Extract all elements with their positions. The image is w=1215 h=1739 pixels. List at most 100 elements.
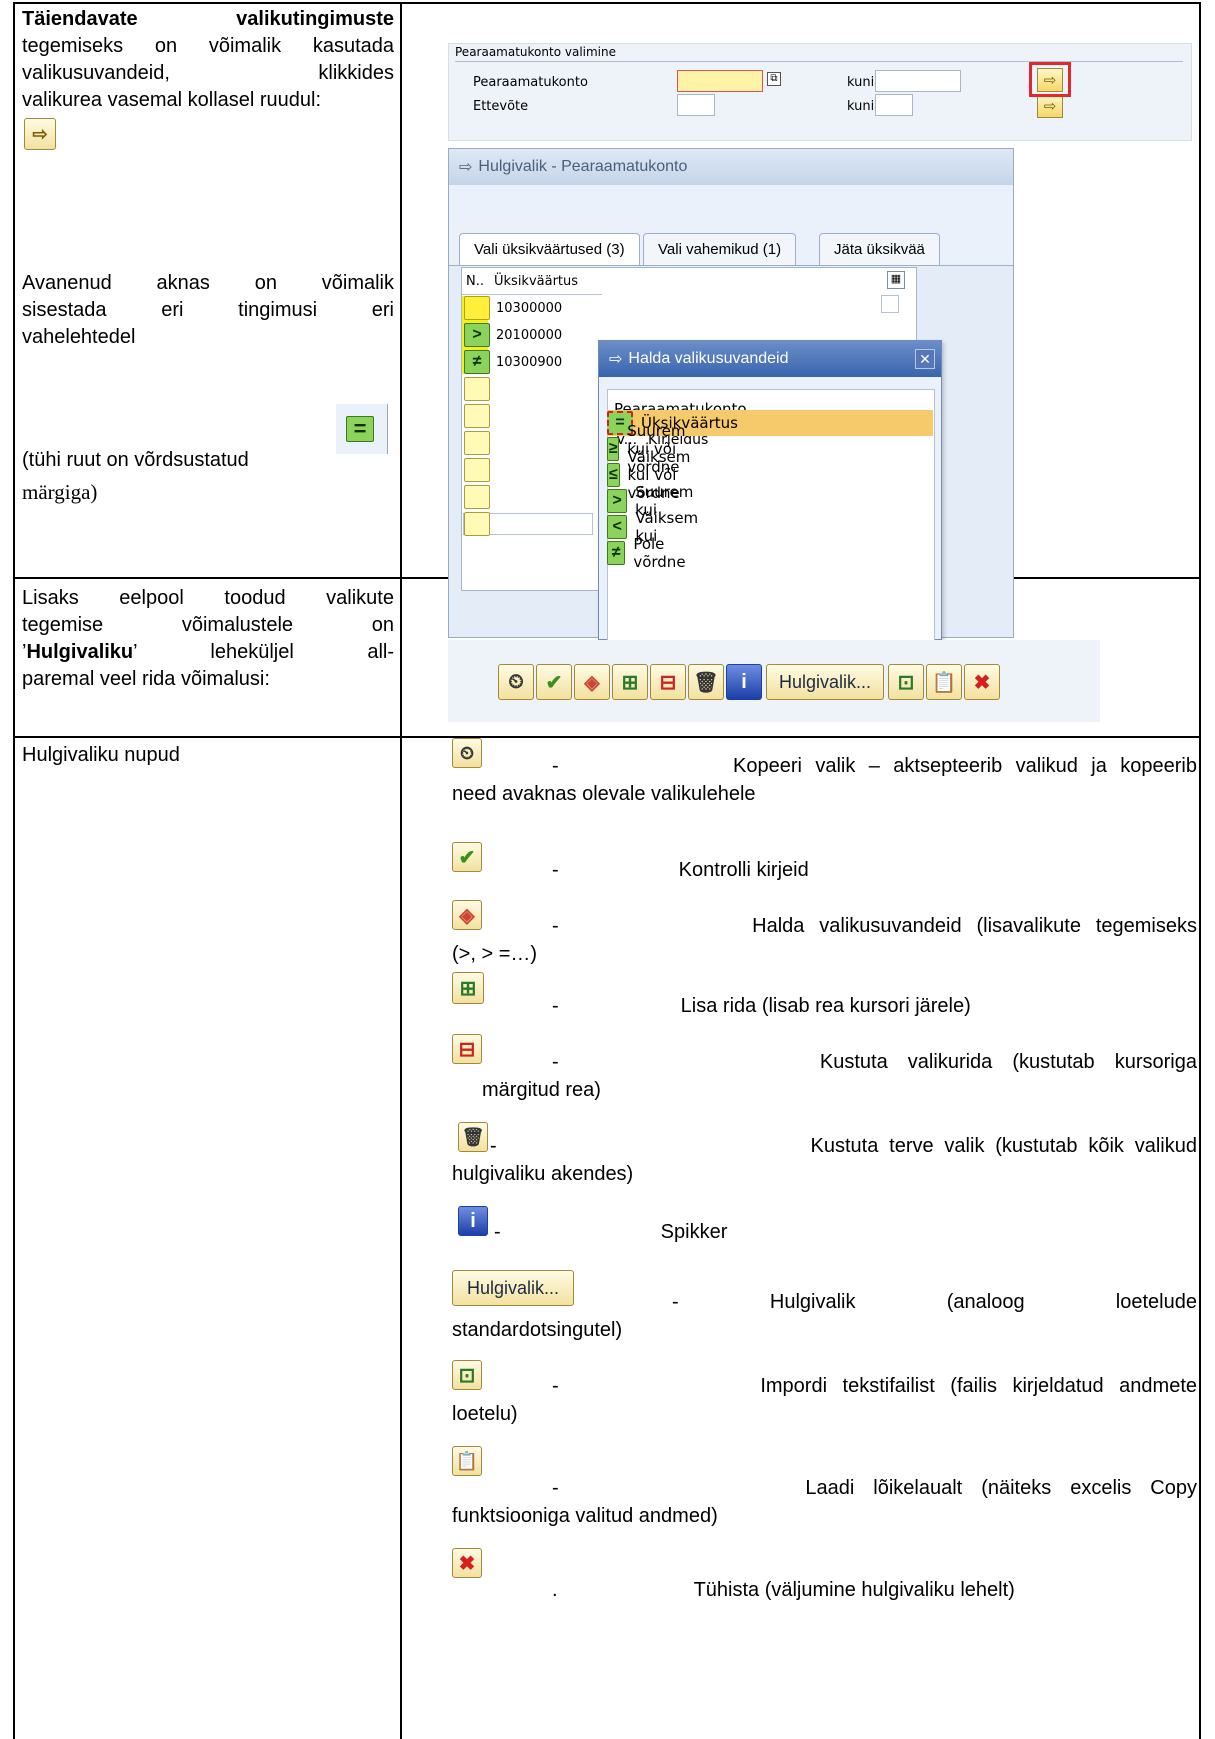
selection-header: Pearaamatukonto valimine — [455, 45, 617, 59]
additional-line-2: tegemise võimalustele on — [22, 614, 394, 636]
hulgivaliku-bold: Hulgivaliku — [26, 641, 134, 663]
multi-select-small-icon[interactable]: ⧉ — [767, 72, 781, 86]
scroll-top[interactable] — [881, 295, 899, 313]
desc-delete-row-line-2: märgitud rea) — [482, 1079, 601, 1101]
additional-line-4: paremal veel rida võimalusi: — [22, 668, 270, 690]
maintain-options-button[interactable]: ◈ — [574, 664, 610, 700]
table-row[interactable] — [464, 403, 490, 429]
ettevote-from-field[interactable] — [677, 94, 715, 116]
dialog-icon: ⇨ — [459, 159, 473, 176]
sign-button[interactable] — [464, 512, 490, 536]
desc-cancel: . Tühista (väljumine hulgivaliku lehelt) — [552, 1579, 1015, 1601]
table-row[interactable]: 10300000 — [464, 295, 562, 321]
check-entries-button[interactable]: ✔ — [536, 664, 572, 700]
option-row-ne[interactable]: ≠ Pole võrdne — [607, 535, 693, 571]
lt-sign-icon: < — [607, 515, 628, 539]
copy-selection-button[interactable]: ⏲ — [498, 664, 534, 700]
equals-icon-box: = — [336, 404, 388, 454]
gt-sign-icon: > — [607, 489, 628, 513]
sign-button[interactable] — [464, 377, 490, 401]
desc-hulgivalik-line-2: standardotsingutel) — [452, 1319, 623, 1341]
desc-paste: - Laadi lõikelaualt (näiteks excelis Cop… — [452, 1474, 1197, 1530]
table-settings-icon[interactable]: ▦ — [887, 271, 905, 289]
sign-button[interactable] — [464, 296, 490, 320]
sign-button[interactable] — [464, 431, 490, 455]
intro-line-3: valikurea vasemal kollasel ruudul: — [22, 89, 322, 111]
value-cell[interactable]: 20100000 — [496, 328, 562, 343]
desc-hulgivalik-line-1: - Hulgivalik (analoog loetelude — [672, 1291, 1197, 1313]
table-row[interactable]: ≠ 10300900 — [464, 349, 562, 375]
ne-sign-icon: ≠ — [607, 541, 626, 565]
cancel-button[interactable]: ✖ — [964, 664, 1000, 700]
table-border-right — [1199, 2, 1201, 1739]
ettevote-to-field[interactable] — [875, 94, 913, 116]
table-row[interactable] — [464, 376, 490, 402]
ettevote-label: Ettevõte — [473, 99, 529, 114]
options-dialog-icon: ⇨ — [609, 351, 623, 368]
multiple-selection-button-2[interactable]: ⇨ — [1037, 94, 1063, 118]
table-row[interactable]: >20100000 — [464, 322, 562, 348]
desc-options: - Halda valikusuvandeid (lisavalikute te… — [452, 912, 1197, 968]
kuni-label-1: kuni — [847, 75, 875, 90]
kuni-label-2: kuni — [847, 99, 875, 114]
desc-copy-line-1: - Kopeeri valik – aktsepteerib valikud j… — [552, 755, 1197, 777]
table-row[interactable] — [464, 430, 490, 456]
sign-button[interactable] — [464, 404, 490, 428]
dialog-explanation: Avanenud aknas on võimalik sisestada eri… — [22, 270, 394, 351]
desc-paste-line-2: funktsiooniga valitud andmed) — [452, 1505, 718, 1527]
desc-copy: - Kopeeri valik – aktsepteerib valikud j… — [452, 752, 1197, 808]
options-dialog-title: Halda valikusuvandeid — [628, 350, 789, 367]
gte-sign-icon: ≥ — [607, 437, 620, 461]
option-label: Pole võrdne — [633, 535, 686, 571]
cancel-x-icon: ✖ — [452, 1548, 482, 1578]
dialog-title-bar: ⇨ Hulgivalik - Pearaamatukonto — [449, 149, 1013, 185]
pearaamatukonto-label: Pearaamatukonto — [473, 75, 588, 90]
table-row[interactable] — [464, 457, 490, 483]
table-row[interactable] — [464, 484, 490, 510]
sign-button[interactable] — [464, 458, 490, 482]
tab-ranges[interactable]: Vali vahemikud (1) — [643, 233, 797, 265]
paste-clipboard-button[interactable]: 📋 — [926, 664, 962, 700]
hulgivalik-button[interactable]: Hulgivalik... — [766, 664, 884, 700]
table-row-divider-2 — [13, 736, 1201, 738]
sign-button[interactable]: ≠ — [464, 350, 490, 374]
table-border-left — [13, 2, 15, 1739]
intro-line-1: tegemiseks on võimalik kasutada — [22, 35, 394, 57]
desc-delete-all-line-2: hulgivaliku akendes) — [452, 1163, 634, 1185]
desc-help: - Spikker — [494, 1221, 728, 1243]
tab-single-values[interactable]: Vali üksikväärtused (3) — [459, 233, 640, 265]
close-icon[interactable]: ✕ — [915, 349, 935, 369]
additional-line-1: Lisaks eelpool toodud valikute — [22, 587, 394, 609]
value-cell[interactable]: 10300900 — [496, 355, 562, 370]
pearaamatukonto-to-field[interactable] — [875, 70, 961, 92]
delete-all-button[interactable]: 🗑 — [688, 664, 724, 700]
help-button[interactable]: i — [726, 664, 762, 700]
sign-button[interactable]: > — [464, 323, 490, 347]
desc-hulgivalik: - Hulgivalik (analoog loetelude standard… — [452, 1288, 1197, 1344]
desc-delete-row-line-1: - Kustuta valikurida (kustutab kursoriga — [552, 1051, 1197, 1073]
insert-row-button[interactable]: ⊞ — [612, 664, 648, 700]
pearaamatukonto-from-field[interactable] — [677, 70, 763, 92]
desc-import-line-1: - Impordi tekstifailist (failis kirjelda… — [552, 1375, 1197, 1397]
desc-options-line-2: (>, > =…) — [452, 943, 538, 965]
options-dialog-title-bar: ⇨ Halda valikusuvandeid ✕ — [599, 341, 941, 377]
arrow-right-icon: ⇨ — [24, 118, 56, 150]
desc-check: - Kontrolli kirjeid — [552, 859, 809, 881]
delete-row-button[interactable]: ⊟ — [650, 664, 686, 700]
table-col-divider — [400, 2, 402, 1739]
table-row[interactable] — [464, 511, 490, 537]
selection-header-line — [455, 61, 1183, 62]
tab-exclude-single[interactable]: Jäta üksikvää — [819, 233, 940, 265]
buttons-heading: Hulgivaliku nupud — [22, 744, 180, 766]
dialog-line-2: sisestada eri tingimusi eri — [22, 299, 394, 321]
col-value-header: Üksikväärtus — [494, 274, 579, 289]
hulgivalik-toolbar: ⏲ ✔ ◈ ⊞ ⊟ 🗑 i Hulgivalik... ⊡ 📋 ✖ — [448, 640, 1100, 722]
paste-clipboard-icon: 📋 — [452, 1446, 482, 1476]
dialog-line-3: vahelehtedel — [22, 326, 136, 348]
desc-paste-line-1: - Laadi lõikelaualt (näiteks excelis Cop… — [552, 1477, 1197, 1499]
selection-screen: Pearaamatukonto valimine Pearaamatukonto… — [448, 43, 1192, 141]
sign-button[interactable] — [464, 485, 490, 509]
value-cell[interactable]: 10300000 — [496, 301, 562, 316]
desc-delete-all-line-1: - Kustuta terve valik (kustutab kõik val… — [490, 1135, 1197, 1157]
import-text-button[interactable]: ⊡ — [888, 664, 924, 700]
